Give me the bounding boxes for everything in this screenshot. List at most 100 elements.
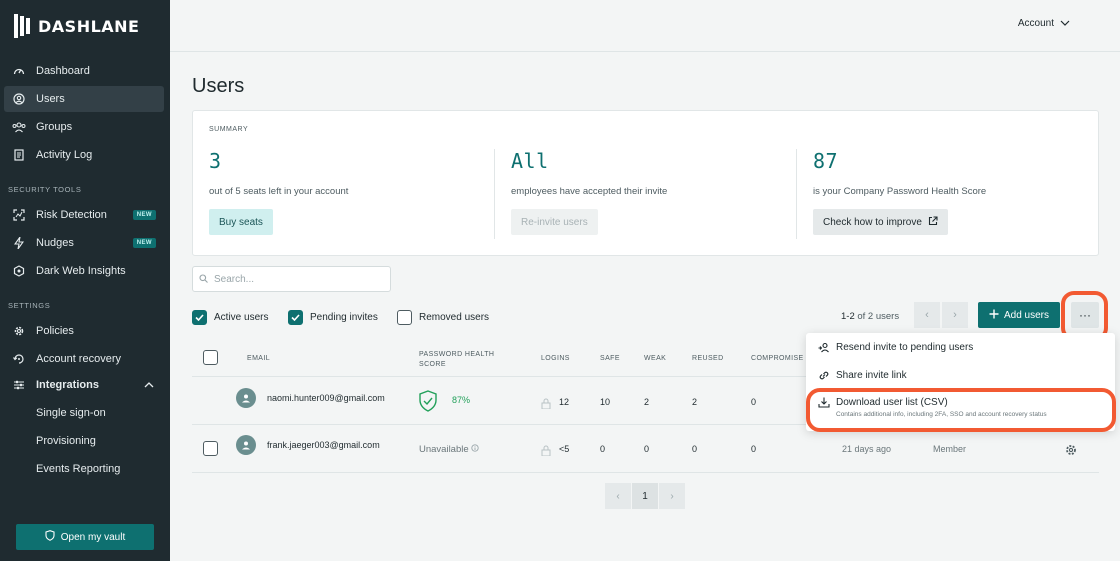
sidebar-item-events-reporting[interactable]: Events Reporting xyxy=(36,463,120,475)
gear-icon xyxy=(12,324,26,338)
add-users-button[interactable]: Add users xyxy=(978,302,1060,328)
sidebar-item-activity-log[interactable]: Activity Log xyxy=(4,142,164,168)
sidebar-item-users[interactable]: Users xyxy=(4,86,164,112)
reused-count: 2 xyxy=(692,397,698,407)
sidebar-item-provisioning[interactable]: Provisioning xyxy=(36,435,96,447)
sidebar-item-dashboard[interactable]: Dashboard xyxy=(4,58,164,84)
resend-invite-icon xyxy=(818,342,830,356)
pending-invites-checkbox[interactable] xyxy=(288,310,303,325)
filter-pending-invites[interactable]: Pending invites xyxy=(288,310,378,325)
sidebar-item-label: Groups xyxy=(36,121,73,133)
header-logins[interactable]: LOGINS xyxy=(541,354,570,364)
sidebar-item-label: Integrations xyxy=(36,379,99,391)
dashlane-logo[interactable]: DASHLANE xyxy=(14,14,139,38)
menu-share-invite-link[interactable]: Share invite link xyxy=(818,370,907,384)
header-weak[interactable]: WEAK xyxy=(644,354,666,364)
check-improve-button[interactable]: Check how to improve xyxy=(813,209,948,235)
sidebar-item-label: Account recovery xyxy=(36,353,121,365)
bottom-next-button[interactable]: › xyxy=(659,483,685,509)
sidebar-item-single-sign-on[interactable]: Single sign-on xyxy=(36,407,106,419)
prev-page-button[interactable]: ‹ xyxy=(914,302,940,328)
select-all-checkbox[interactable] xyxy=(203,350,218,365)
shield-icon xyxy=(45,530,55,544)
row-checkbox[interactable] xyxy=(203,441,218,456)
sidebar-item-label: Activity Log xyxy=(36,149,93,161)
link-icon xyxy=(818,370,830,384)
divider xyxy=(494,149,495,239)
removed-users-checkbox[interactable] xyxy=(397,310,412,325)
reinvite-users-button[interactable]: Re-invite users xyxy=(511,209,598,235)
header-compromised[interactable]: COMPROMISE xyxy=(751,354,804,364)
chevron-left-icon: ‹ xyxy=(616,490,620,502)
health-unavailable: Unavailable xyxy=(419,444,479,455)
chevron-up-icon[interactable] xyxy=(144,379,154,391)
gear-icon[interactable] xyxy=(1065,443,1077,461)
logins-count: 12 xyxy=(559,397,570,407)
sidebar-item-policies[interactable]: Policies xyxy=(4,318,164,344)
settings-heading: SETTINGS xyxy=(8,301,51,310)
header-safe[interactable]: SAFE xyxy=(600,354,620,364)
avatar xyxy=(236,435,256,455)
bottom-prev-button[interactable]: ‹ xyxy=(605,483,631,509)
sidebar-item-label: Users xyxy=(36,93,65,105)
chevron-down-icon xyxy=(1060,18,1070,29)
new-badge: NEW xyxy=(132,238,156,248)
compromised-count: 0 xyxy=(751,397,757,407)
info-icon[interactable] xyxy=(471,444,479,455)
sidebar-item-account-recovery[interactable]: Account recovery xyxy=(4,346,164,372)
divider xyxy=(796,149,797,239)
risk-detection-icon xyxy=(12,208,26,222)
sidebar-item-dark-web-insights[interactable]: Dark Web Insights xyxy=(4,258,164,284)
external-link-icon xyxy=(928,215,938,229)
filter-active-users[interactable]: Active users xyxy=(192,310,268,325)
menu-resend-label: Resend invite to pending users xyxy=(836,342,974,353)
compromised-count: 0 xyxy=(751,444,757,454)
seats-stat: 3 out of 5 seats left in your account Bu… xyxy=(209,149,348,239)
shield-check-icon xyxy=(418,390,438,417)
lightning-icon xyxy=(12,236,26,250)
menu-resend-invite[interactable]: Resend invite to pending users xyxy=(818,342,973,356)
sidebar-item-nudges[interactable]: Nudges NEW xyxy=(4,230,164,256)
open-vault-button[interactable]: Open my vault xyxy=(16,524,154,550)
header-email[interactable]: EMAIL xyxy=(247,354,270,364)
header-reused[interactable]: REUSED xyxy=(692,354,724,364)
sidebar-item-label: Policies xyxy=(36,325,74,337)
search-input[interactable] xyxy=(214,273,374,285)
pager-of-text: of 2 users xyxy=(857,311,900,322)
summary-label: SUMMARY xyxy=(209,126,249,133)
pager-summary: 1-2 of 2 users xyxy=(841,311,899,322)
sidebar-item-groups[interactable]: Groups xyxy=(4,114,164,140)
user-role: Member xyxy=(933,444,967,454)
dark-web-icon xyxy=(12,264,26,278)
avatar xyxy=(236,388,256,408)
pending-invites-label: Pending invites xyxy=(310,312,378,323)
account-menu[interactable]: Account xyxy=(1018,18,1070,29)
sidebar-item-integrations[interactable]: Integrations xyxy=(4,372,164,398)
next-page-button[interactable]: › xyxy=(942,302,968,328)
buy-seats-button[interactable]: Buy seats xyxy=(209,209,273,235)
chevron-right-icon: › xyxy=(953,309,957,321)
safe-count: 10 xyxy=(600,397,611,407)
active-users-checkbox[interactable] xyxy=(192,310,207,325)
user-circle-icon xyxy=(12,92,26,106)
search-box[interactable] xyxy=(192,266,391,292)
page-number-button[interactable]: 1 xyxy=(632,483,658,509)
row-divider xyxy=(192,472,1099,473)
sidebar-item-label: Nudges xyxy=(36,237,74,249)
gauge-icon xyxy=(12,64,26,78)
lock-icon xyxy=(541,396,551,414)
open-vault-label: Open my vault xyxy=(60,531,126,543)
header-password-health[interactable]: PASSWORD HEALTH SCORE xyxy=(419,350,494,370)
header-health-line1: PASSWORD HEALTH xyxy=(419,351,495,358)
highlight-ring xyxy=(806,388,1116,432)
menu-share-label: Share invite link xyxy=(836,370,907,381)
add-users-label: Add users xyxy=(1003,309,1050,321)
check-improve-label: Check how to improve xyxy=(823,216,922,228)
sidebar-item-label: Dark Web Insights xyxy=(36,265,126,277)
header-health-line2: SCORE xyxy=(419,361,446,368)
sidebar-item-risk-detection[interactable]: Risk Detection NEW xyxy=(4,202,164,228)
sidebar: DASHLANE Dashboard Users Groups Activity… xyxy=(0,0,170,561)
topbar: Account xyxy=(170,0,1120,52)
lock-icon xyxy=(541,443,551,461)
filter-removed-users[interactable]: Removed users xyxy=(397,310,489,325)
